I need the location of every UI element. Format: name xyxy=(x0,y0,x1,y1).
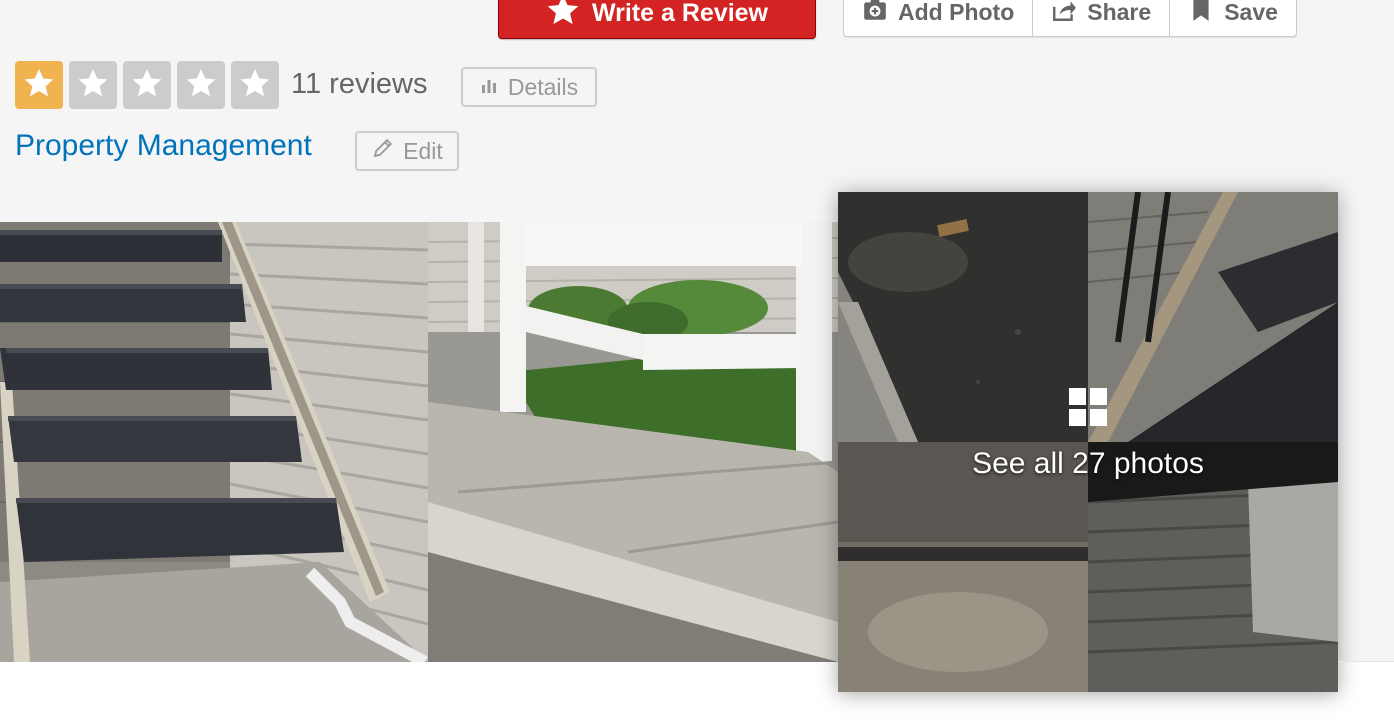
share-button[interactable]: Share xyxy=(1033,0,1171,36)
write-review-button[interactable]: Write a Review xyxy=(498,0,816,39)
star-5 xyxy=(231,61,279,109)
star-icon xyxy=(546,0,580,34)
write-review-label: Write a Review xyxy=(591,0,768,27)
section-divider xyxy=(1338,661,1394,662)
star-icon xyxy=(131,67,163,104)
add-photo-button[interactable]: Add Photo xyxy=(844,0,1034,36)
star-rating xyxy=(15,61,279,109)
add-photo-icon xyxy=(862,0,888,29)
share-label: Share xyxy=(1087,0,1152,25)
star-3 xyxy=(123,61,171,109)
edit-category-button[interactable]: Edit xyxy=(355,131,459,171)
details-label: Details xyxy=(507,73,579,100)
edit-label: Edit xyxy=(403,137,443,164)
star-icon xyxy=(23,67,55,104)
add-photo-label: Add Photo xyxy=(898,0,1015,25)
business-photo-fence[interactable] xyxy=(428,222,838,662)
share-icon xyxy=(1051,0,1077,29)
star-1 xyxy=(15,61,63,109)
grid-icon xyxy=(1069,388,1107,431)
pencil-icon xyxy=(371,136,395,166)
rating-details-button[interactable]: Details xyxy=(461,67,597,107)
review-count: 11 reviews xyxy=(291,68,428,100)
star-icon xyxy=(239,67,271,104)
save-button[interactable]: Save xyxy=(1170,0,1296,36)
star-4 xyxy=(177,61,225,109)
bookmark-icon xyxy=(1188,0,1214,29)
star-icon xyxy=(185,67,217,104)
bar-chart-icon xyxy=(480,74,498,101)
category-link[interactable]: Property Management xyxy=(15,129,312,163)
action-button-group: Add Photo Share Save xyxy=(843,0,1297,37)
see-all-photos-label: See all 27 photos xyxy=(972,447,1204,480)
star-icon xyxy=(77,67,109,104)
business-photo-stairs[interactable] xyxy=(0,222,428,662)
see-all-photos[interactable]: See all 27 photos xyxy=(838,388,1338,481)
save-label: Save xyxy=(1224,0,1278,25)
star-2 xyxy=(69,61,117,109)
